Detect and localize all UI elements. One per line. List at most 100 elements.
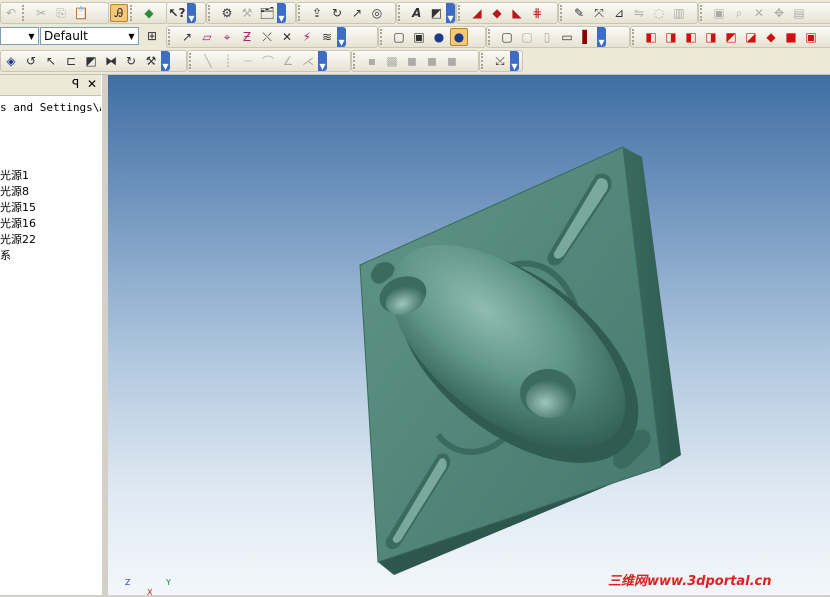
loft-icon[interactable]: ◎ <box>368 4 386 22</box>
paste-icon[interactable]: 📋 <box>72 4 90 22</box>
pin-icon[interactable]: ꟼ <box>72 77 79 91</box>
toolbar-overflow-chevron[interactable]: ▼ <box>161 51 170 71</box>
box-icon[interactable]: ▢ <box>498 28 516 46</box>
plane-icon[interactable]: ⌖ <box>218 28 236 46</box>
line-icon[interactable]: ↗ <box>178 28 196 46</box>
curve-icon[interactable]: Ƶ <box>238 28 256 46</box>
view-bottom-icon[interactable]: ◪ <box>742 28 760 46</box>
tag1-icon[interactable]: ◼ <box>403 52 421 70</box>
close-icon[interactable]: ✕ <box>87 77 97 91</box>
toolbar-handle[interactable] <box>560 5 567 21</box>
box-hidden-icon[interactable]: ▢ <box>518 28 536 46</box>
toolbar-overflow-chevron[interactable]: ▼ <box>446 3 455 23</box>
measure-icon[interactable]: ⤩ <box>491 52 509 70</box>
toolbar-handle[interactable] <box>458 5 465 21</box>
dash-icon[interactable]: ┊ <box>219 52 237 70</box>
chevron-down-icon[interactable]: ▼ <box>25 28 38 44</box>
stack-icon[interactable]: ≋ <box>318 28 336 46</box>
decal-icon[interactable]: ◩ <box>428 4 446 22</box>
toolbar-handle[interactable] <box>380 29 387 45</box>
tools-icon[interactable]: ⚒ <box>238 4 256 22</box>
style-combo[interactable]: ▼ <box>0 27 39 45</box>
layer-combo[interactable]: Default ▼ <box>40 27 139 45</box>
toolbar-overflow-chevron[interactable]: ▼ <box>318 51 327 71</box>
tag2-icon[interactable]: ◼ <box>423 52 441 70</box>
help-icon[interactable]: ↖? <box>168 4 186 22</box>
undo-icon[interactable]: ↶ <box>2 4 20 22</box>
tree-item[interactable]: 光源16 <box>0 215 36 231</box>
tree-item[interactable]: 光源1 <box>0 167 29 183</box>
tree-item[interactable]: 光源22 <box>0 231 36 247</box>
toolbar-handle[interactable] <box>22 5 29 21</box>
rib-icon[interactable]: ▥ <box>670 4 688 22</box>
cut-icon[interactable]: ✂ <box>32 4 50 22</box>
toolbar-overflow-chevron[interactable]: ▼ <box>510 51 519 71</box>
toolbar-handle[interactable] <box>481 53 488 69</box>
toolbar-handle[interactable] <box>353 53 360 69</box>
rectangle-icon[interactable]: ▱ <box>198 28 216 46</box>
move-icon[interactable]: ↖ <box>42 52 60 70</box>
pattern-icon[interactable]: ⋕ <box>528 4 546 22</box>
toolbar-overflow-chevron[interactable]: ▼ <box>277 3 286 23</box>
copy-icon[interactable]: ⎘ <box>52 4 70 22</box>
options-icon[interactable]: 🗂 <box>258 4 276 22</box>
transform-icon[interactable]: ⤧ <box>590 4 608 22</box>
curve3d-icon[interactable]: ⌒ <box>259 52 277 70</box>
toolbar-handle[interactable] <box>208 5 215 21</box>
mirror-icon[interactable]: ⇋ <box>630 4 648 22</box>
split-icon[interactable]: ⚡ <box>298 28 316 46</box>
toolbar-overflow-chevron[interactable]: ▼ <box>187 3 196 23</box>
toolbar-handle[interactable] <box>130 5 137 21</box>
draft-icon[interactable]: ⊿ <box>610 4 628 22</box>
select-filter-icon[interactable]: Ꭿ <box>110 4 128 22</box>
fillet2d-icon[interactable]: ◩ <box>82 52 100 70</box>
mirror2d-icon[interactable]: ⧓ <box>102 52 120 70</box>
toolbar-handle[interactable] <box>488 29 495 45</box>
tag3-icon[interactable]: ◼ <box>443 52 461 70</box>
toolbar-handle[interactable] <box>298 5 305 21</box>
sketch-plane-icon[interactable]: ◈ <box>2 52 20 70</box>
chevron-down-icon[interactable]: ▼ <box>125 28 138 44</box>
toolbar-overflow-chevron[interactable]: ▼ <box>597 27 606 47</box>
toolbar-handle[interactable] <box>398 5 405 21</box>
vector-icon[interactable]: ⋌ <box>299 52 317 70</box>
view-left-icon[interactable]: ◧ <box>682 28 700 46</box>
line3d-icon[interactable]: ╲ <box>199 52 217 70</box>
intersect-icon[interactable]: ✕ <box>278 28 296 46</box>
tree-item[interactable]: 光源8 <box>0 183 29 199</box>
tools2d-icon[interactable]: ⚒ <box>142 52 160 70</box>
3d-viewport[interactable] <box>108 75 830 595</box>
tree-item[interactable]: 系 <box>0 247 11 263</box>
text-icon[interactable]: A <box>408 4 426 22</box>
view-front-icon[interactable]: ◧ <box>642 28 660 46</box>
toolbar-handle[interactable] <box>168 29 175 45</box>
offset-icon[interactable]: ⊏ <box>62 52 80 70</box>
pan-icon[interactable]: ✥ <box>770 4 788 22</box>
shaded-icon[interactable]: ● <box>430 28 448 46</box>
shell-icon[interactable]: ◆ <box>488 4 506 22</box>
revolve-icon[interactable]: ↻ <box>328 4 346 22</box>
hole-icon[interactable]: ◌ <box>650 4 668 22</box>
rotate2d-icon[interactable]: ↻ <box>122 52 140 70</box>
section-icon[interactable]: ▌ <box>578 28 596 46</box>
surface-icon[interactable]: ◢ <box>468 4 486 22</box>
trim-icon[interactable]: ⤬ <box>258 28 276 46</box>
wireframe-icon[interactable]: ▢ <box>390 28 408 46</box>
view-icon[interactable]: ▣ <box>710 4 728 22</box>
tree-item[interactable]: 光源15 <box>0 199 36 215</box>
rotate-icon[interactable]: ✕ <box>750 4 768 22</box>
note-icon[interactable]: ▩ <box>383 52 401 70</box>
hidden-line-icon[interactable]: ▣ <box>410 28 428 46</box>
edit-icon[interactable]: ✎ <box>570 4 588 22</box>
toolbar-handle[interactable] <box>632 29 639 45</box>
display-icon[interactable]: ◆ <box>140 4 158 22</box>
toolbar-overflow-chevron[interactable]: ▼ <box>337 27 346 47</box>
fit-icon[interactable]: ▤ <box>790 4 808 22</box>
tree-icon[interactable]: ⊞ <box>143 27 161 45</box>
shaded-edges-icon[interactable]: ● <box>450 28 468 46</box>
extrude-icon[interactable]: ⇪ <box>308 4 326 22</box>
cylinder-icon[interactable]: ▯ <box>538 28 556 46</box>
view-normal-icon[interactable]: ■ <box>782 28 800 46</box>
dotted-line-icon[interactable]: ┄ <box>239 52 257 70</box>
toolbar-handle[interactable] <box>700 5 707 21</box>
